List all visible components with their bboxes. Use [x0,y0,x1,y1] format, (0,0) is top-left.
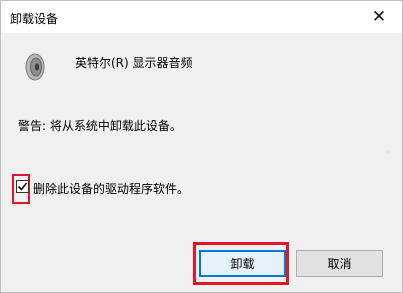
title-bar: 卸载设备 ✕ [1,1,402,33]
checkmark-icon [17,182,28,191]
cancel-button[interactable]: 取消 [296,250,383,277]
delete-driver-label[interactable]: 删除此设备的驱动程序软件。 [33,180,189,197]
warning-text: 警告: 将从系统中卸载此设备。 [18,119,182,133]
close-button[interactable]: ✕ [356,1,402,33]
dialog-title: 卸载设备 [10,12,59,26]
device-name: 英特尔(R) 显示器音频 [75,56,193,70]
uninstall-button[interactable]: 卸载 [199,250,286,277]
delete-driver-checkbox[interactable] [16,180,29,193]
dialog-content: 英特尔(R) 显示器音频 警告: 将从系统中卸载此设备。 删除此设备的驱动程序软… [1,33,402,292]
speaker-icon [19,51,51,83]
uninstall-device-dialog: 卸载设备 ✕ 英特尔(R) 显示器音频 警告: 将从系统中卸载此设备。 删除此设… [0,0,403,293]
divider-dot [387,151,390,154]
close-icon: ✕ [371,7,387,27]
